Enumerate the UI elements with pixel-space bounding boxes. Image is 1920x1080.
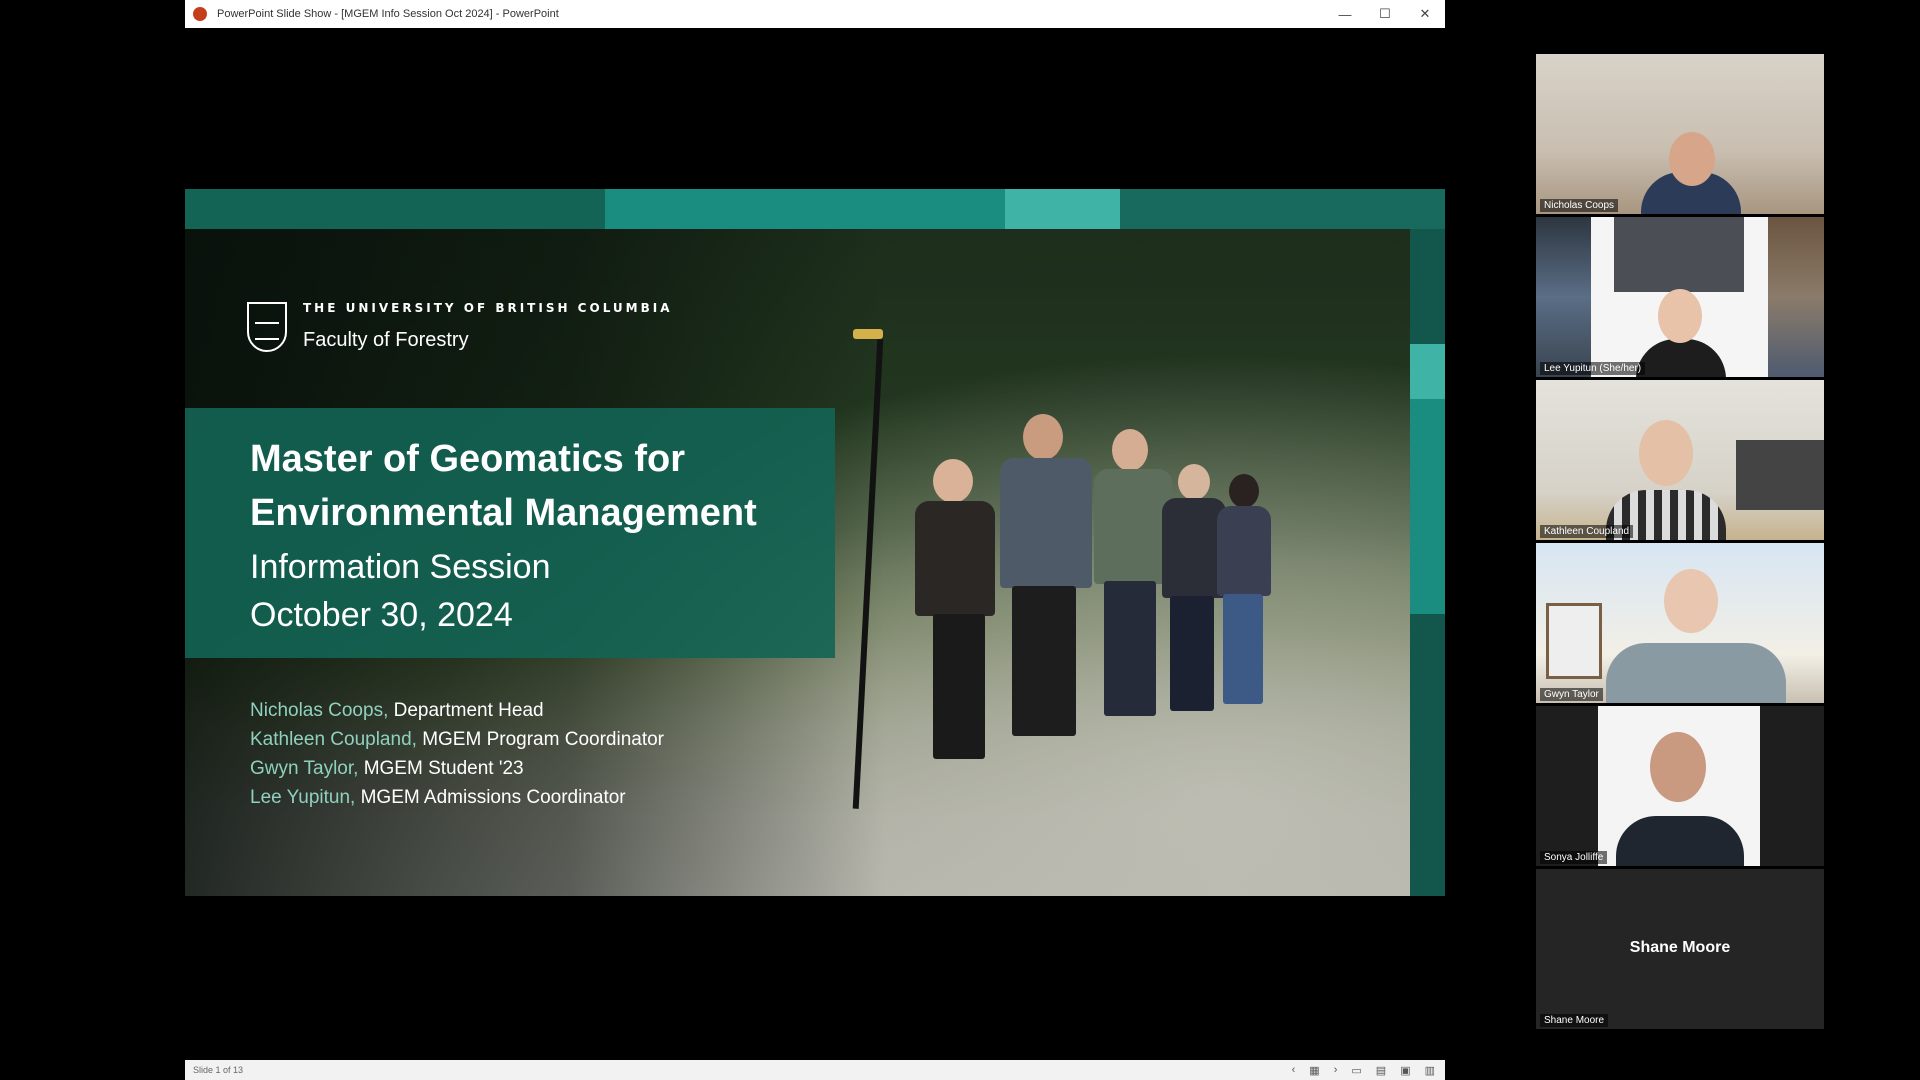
university-name: THE UNIVERSITY OF BRITISH COLUMBIA <box>303 301 673 315</box>
background-art <box>1736 440 1824 510</box>
previous-slide-icon[interactable]: ‹ <box>1292 1064 1296 1076</box>
reading-view-icon[interactable]: ▣ <box>1400 1064 1410 1077</box>
accent-band <box>1120 189 1445 229</box>
powerpoint-icon <box>193 7 207 21</box>
faculty-name: Faculty of Forestry <box>303 329 469 351</box>
slideshow-view-icon[interactable]: ▥ <box>1425 1064 1435 1077</box>
presenter-name: Lee Yupitun, <box>250 787 356 808</box>
minimize-button[interactable]: — <box>1325 0 1365 28</box>
participant-name: Lee Yupitun (She/her) <box>1540 362 1646 375</box>
slideshow-controls: ‹ ▦ › ▭ ▤ ▣ ▥ <box>1292 1060 1435 1080</box>
participant-tile[interactable]: Gwyn Taylor <box>1536 543 1824 703</box>
presenter-name: Nicholas Coops, <box>250 700 389 721</box>
accent-band <box>1005 189 1120 229</box>
slide-date: October 30, 2024 <box>250 596 513 634</box>
participant-body <box>1606 643 1786 703</box>
participant-name: Shane Moore <box>1540 1014 1609 1027</box>
background-art <box>1614 217 1744 292</box>
presenter-role: MGEM Admissions Coordinator <box>355 787 626 808</box>
right-accent-block <box>1410 344 1445 399</box>
next-slide-icon[interactable]: › <box>1334 1064 1338 1076</box>
window-title: PowerPoint Slide Show - [MGEM Info Sessi… <box>217 8 559 20</box>
accent-band <box>605 189 1005 229</box>
slide-counter: Slide 1 of 13 <box>193 1065 244 1075</box>
presenter-list: Nicholas Coops, Department Head Kathleen… <box>250 696 664 812</box>
participant-tile[interactable]: Lee Yupitun (She/her) <box>1536 217 1824 377</box>
participant-face <box>1639 420 1693 486</box>
accent-band <box>185 189 605 229</box>
participant-tile[interactable]: Shane Moore Shane Moore <box>1536 869 1824 1029</box>
slide-subtitle: Information Session <box>250 548 551 586</box>
participant-face <box>1658 289 1702 343</box>
participant-tile[interactable]: Kathleen Coupland <box>1536 380 1824 540</box>
participant-tile[interactable]: Nicholas Coops <box>1536 54 1824 214</box>
presenter-name: Kathleen Coupland, <box>250 729 417 750</box>
presenter-name: Gwyn Taylor, <box>250 758 359 779</box>
participant-name: Sonya Jolliffe <box>1540 851 1608 864</box>
powerpoint-slideshow-window: PowerPoint Slide Show - [MGEM Info Sessi… <box>185 0 1445 1080</box>
participant-face <box>1669 132 1715 186</box>
participant-name: Nicholas Coops <box>1540 199 1619 212</box>
participant-face <box>1664 569 1718 633</box>
presenter-row: Gwyn Taylor, MGEM Student '23 <box>250 754 664 783</box>
presenter-row: Lee Yupitun, MGEM Admissions Coordinator <box>250 783 664 812</box>
presenter-row: Kathleen Coupland, MGEM Program Coordina… <box>250 725 664 754</box>
participant-name: Gwyn Taylor <box>1540 688 1603 701</box>
close-button[interactable]: ✕ <box>1405 0 1445 28</box>
participant-face <box>1650 732 1706 802</box>
presenter-role: MGEM Program Coordinator <box>416 729 664 750</box>
participant-body <box>1616 816 1744 866</box>
presenter-role: MGEM Student '23 <box>358 758 524 779</box>
slide-title-line-1: Master of Geomatics for <box>250 438 685 480</box>
background-art <box>1546 603 1602 679</box>
gnss-antenna <box>853 329 883 339</box>
normal-view-icon[interactable]: ▭ <box>1351 1064 1361 1077</box>
ubc-crest-icon <box>247 302 287 352</box>
slide-menu-icon[interactable]: ▦ <box>1309 1064 1319 1077</box>
slide-title-line-2: Environmental Management <box>250 492 757 534</box>
presenter-row: Nicholas Coops, Department Head <box>250 696 664 725</box>
slideshow-status-bar: Slide 1 of 13 ‹ ▦ › ▭ ▤ ▣ ▥ <box>185 1060 1445 1080</box>
participant-body <box>1636 339 1726 377</box>
participant-display-name: Shane Moore <box>1629 939 1731 956</box>
window-controls: — ☐ ✕ <box>1325 0 1445 28</box>
right-accent-block <box>1410 399 1445 614</box>
background-art <box>1768 217 1824 377</box>
presentation-slide[interactable]: THE UNIVERSITY OF BRITISH COLUMBIA Facul… <box>185 189 1445 896</box>
participant-name: Kathleen Coupland <box>1540 525 1634 538</box>
participant-video-gallery: Nicholas Coops Lee Yupitun (She/her) Kat… <box>1536 54 1824 1029</box>
window-titlebar: PowerPoint Slide Show - [MGEM Info Sessi… <box>185 0 1445 28</box>
background-art <box>1536 217 1591 377</box>
title-box: Master of Geomatics for Environmental Ma… <box>185 408 835 658</box>
presenter-role: Department Head <box>388 700 544 721</box>
slide-sorter-icon[interactable]: ▤ <box>1376 1064 1386 1077</box>
maximize-button[interactable]: ☐ <box>1365 0 1405 28</box>
participant-tile[interactable]: Sonya Jolliffe <box>1536 706 1824 866</box>
